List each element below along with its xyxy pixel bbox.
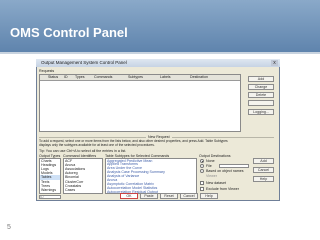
logging-button[interactable]: Logging...: [248, 109, 274, 115]
id-field-value: ID: [40, 194, 44, 199]
cancel-button[interactable]: Cancel: [180, 193, 198, 199]
instructions-text: To add a request, select one or more ite…: [39, 139, 228, 147]
destination-object-names-label: Based on object names: [206, 168, 244, 173]
file-path-input[interactable]: [219, 163, 249, 168]
output-destinations-label: Output Destinations: [199, 153, 231, 158]
title-divider: [0, 52, 320, 54]
destination-object-names-radio[interactable]: [200, 169, 204, 173]
close-icon[interactable]: x: [271, 60, 278, 66]
destination-file-radio[interactable]: [200, 164, 204, 168]
new-request-add-button[interactable]: Add: [253, 158, 274, 164]
destination-none-radio[interactable]: [200, 159, 204, 163]
exclude-viewer-label: Exclude from Viewer: [206, 186, 239, 191]
destination-file-label: File: [206, 163, 212, 168]
requests-table[interactable]: [39, 74, 241, 132]
destination-none-label: None: [206, 158, 215, 163]
destination-viewer-label: Viewer: [206, 173, 217, 178]
requests-label: Requests: [39, 69, 55, 73]
request-change-button[interactable]: Change: [248, 84, 274, 90]
column-header-id[interactable]: ID: [64, 75, 68, 79]
column-header-labels[interactable]: Labels: [160, 75, 171, 79]
reset-button[interactable]: Reset: [160, 193, 178, 199]
request-blank-button[interactable]: [248, 100, 274, 106]
help-button[interactable]: Help: [200, 193, 218, 199]
column-header-types[interactable]: Types: [75, 75, 85, 79]
new-dataset-checkbox[interactable]: [200, 181, 204, 185]
column-header-status[interactable]: Status: [48, 75, 58, 79]
column-header-destination[interactable]: Destination: [190, 75, 208, 79]
ok-button[interactable]: OK: [120, 193, 138, 199]
page-number: 5: [7, 224, 11, 231]
exclude-viewer-checkbox[interactable]: [200, 187, 204, 191]
new-request-cancel-button[interactable]: Cancel: [253, 167, 274, 173]
list-item[interactable]: Warnings: [41, 188, 56, 192]
dialog-title: Output Management System Control Panel: [41, 60, 127, 65]
slide-title: OMS Control Panel: [10, 25, 128, 40]
list-item[interactable]: Cases: [65, 188, 75, 192]
column-header-subtypes[interactable]: Subtypes: [128, 75, 143, 79]
new-dataset-label: New dataset: [206, 180, 226, 185]
column-header-commands[interactable]: Commands: [94, 75, 112, 79]
request-delete-button[interactable]: Delete: [248, 92, 274, 98]
new-request-help-button[interactable]: Help: [253, 176, 274, 182]
request-add-button[interactable]: Add: [248, 76, 274, 82]
paste-button[interactable]: Paste: [140, 193, 158, 199]
